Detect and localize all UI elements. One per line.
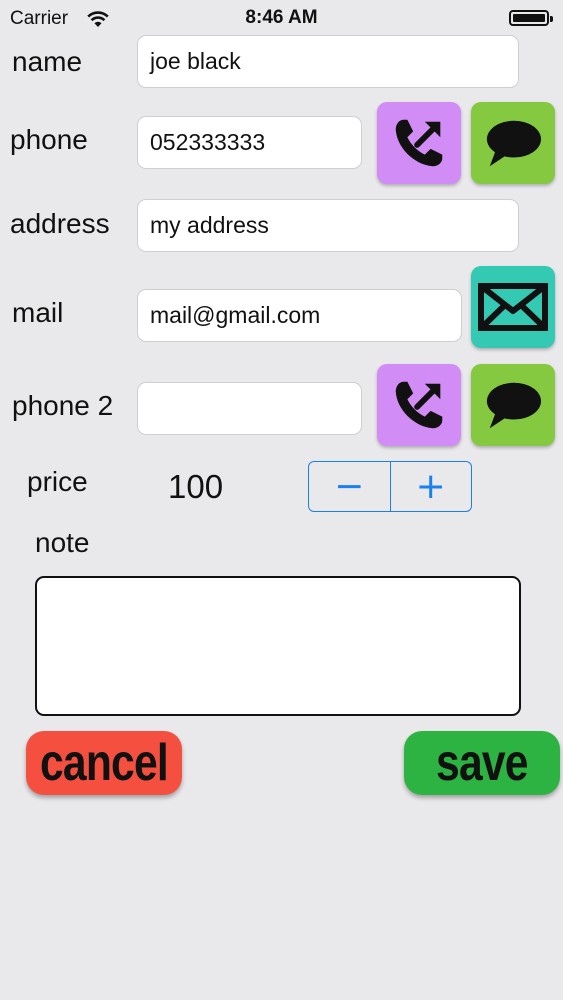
price-decrement-button[interactable]: −	[309, 462, 390, 511]
phone-outgoing-icon	[395, 381, 443, 429]
status-bar: Carrier 8:46 AM	[0, 0, 563, 38]
minus-icon: −	[334, 465, 365, 507]
address-field[interactable]: my address	[137, 199, 519, 252]
battery-icon	[509, 10, 553, 26]
note-label: note	[35, 527, 90, 558]
call-phone-button[interactable]	[377, 102, 461, 184]
sms-phone2-button[interactable]	[471, 364, 555, 446]
save-button-label: save	[436, 734, 528, 792]
phone-field[interactable]: 052333333	[137, 116, 362, 169]
address-label: address	[10, 208, 110, 239]
call-phone2-button[interactable]	[377, 364, 461, 446]
mail-field[interactable]: mail@gmail.com	[137, 289, 462, 342]
cancel-button-label: cancel	[40, 734, 169, 792]
name-label: name	[12, 46, 83, 77]
status-time: 8:46 AM	[245, 7, 318, 28]
phone-label: phone	[10, 124, 88, 155]
speech-bubble-icon	[486, 120, 542, 167]
save-button[interactable]: save	[404, 731, 560, 795]
price-increment-button[interactable]: +	[389, 462, 472, 511]
price-stepper[interactable]: − +	[308, 461, 472, 512]
sms-phone-button[interactable]	[471, 102, 555, 184]
plus-icon: +	[415, 465, 446, 507]
note-textarea[interactable]	[35, 576, 521, 716]
phone2-field[interactable]	[137, 382, 362, 435]
phone2-label: phone 2	[12, 390, 114, 421]
price-label: price	[27, 466, 88, 497]
price-value: 100	[168, 468, 224, 505]
mail-label: mail	[12, 297, 64, 328]
name-field[interactable]: joe black	[137, 35, 519, 88]
cancel-button[interactable]: cancel	[26, 731, 182, 795]
send-mail-button[interactable]	[471, 266, 555, 348]
speech-bubble-icon	[486, 382, 542, 429]
phone-outgoing-icon	[395, 119, 443, 167]
envelope-icon	[478, 283, 548, 331]
